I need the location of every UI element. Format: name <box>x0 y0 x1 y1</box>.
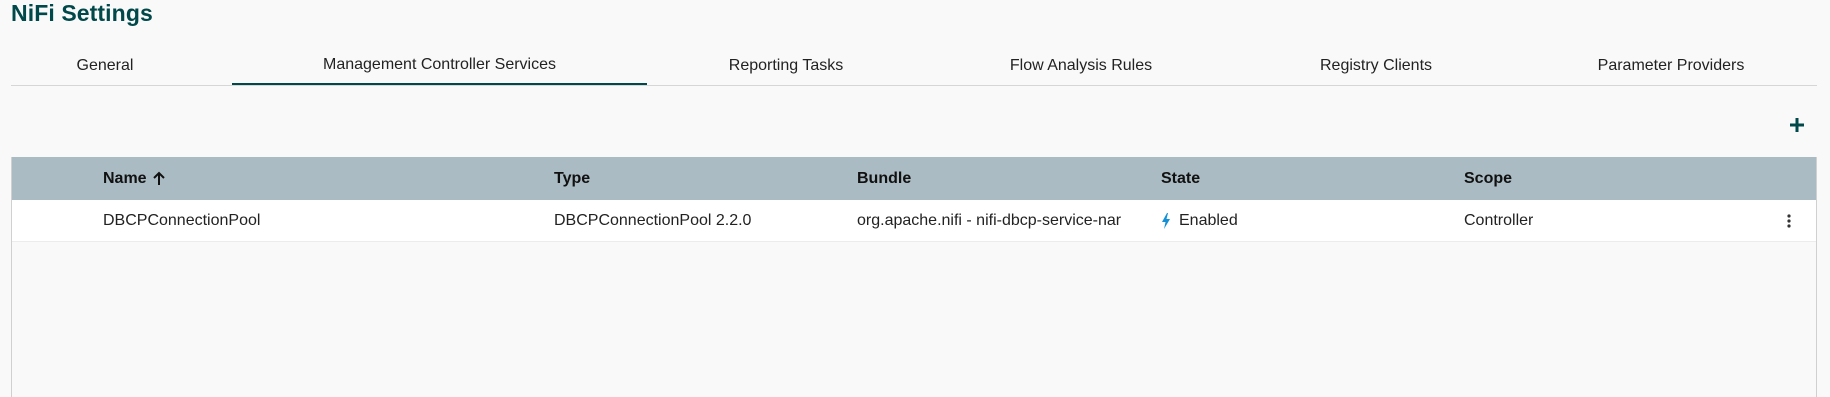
column-header-name[interactable]: Name <box>103 157 166 200</box>
table-row[interactable]: DBCPConnectionPool DBCPConnectionPool 2.… <box>12 200 1816 242</box>
row-actions-button[interactable] <box>1779 211 1799 231</box>
column-header-state[interactable]: State <box>1161 157 1200 200</box>
controller-services-table: Name Type Bundle State Scope DBCPConnect… <box>11 157 1817 397</box>
plus-icon <box>1790 118 1804 132</box>
tab-management-controller-services[interactable]: Management Controller Services <box>232 46 647 85</box>
settings-tabs: General Management Controller Services R… <box>11 46 1817 86</box>
tab-reporting-tasks[interactable]: Reporting Tasks <box>671 46 901 86</box>
tab-parameter-providers[interactable]: Parameter Providers <box>1551 46 1791 86</box>
add-controller-service-button[interactable] <box>1787 115 1807 135</box>
more-vertical-icon <box>1787 214 1791 228</box>
column-header-type[interactable]: Type <box>554 157 590 200</box>
lightning-bolt-icon <box>1161 213 1171 229</box>
tab-flow-analysis-rules[interactable]: Flow Analysis Rules <box>951 46 1211 86</box>
cell-scope: Controller <box>1464 212 1534 229</box>
column-header-scope[interactable]: Scope <box>1464 157 1512 200</box>
cell-type: DBCPConnectionPool 2.2.0 <box>554 212 752 229</box>
cell-bundle: org.apache.nifi - nifi-dbcp-service-nar <box>857 212 1122 229</box>
cell-state: Enabled <box>1161 200 1238 242</box>
state-label: Enabled <box>1179 212 1238 229</box>
tab-registry-clients[interactable]: Registry Clients <box>1261 46 1491 86</box>
table-header: Name Type Bundle State Scope <box>12 157 1816 200</box>
column-header-bundle[interactable]: Bundle <box>857 157 911 200</box>
arrow-up-icon <box>152 171 165 185</box>
column-name-label: Name <box>103 169 147 187</box>
tab-general[interactable]: General <box>11 46 199 86</box>
page-title: NiFi Settings <box>11 0 153 26</box>
cell-name: DBCPConnectionPool <box>103 212 261 229</box>
